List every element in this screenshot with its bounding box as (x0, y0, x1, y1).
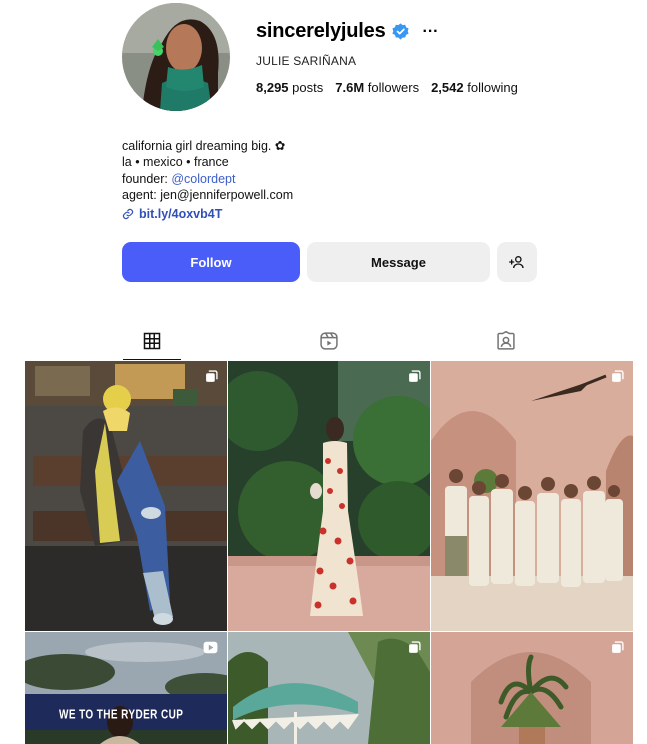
following-stat[interactable]: 2,542 following (431, 80, 518, 95)
profile-tabs (0, 323, 647, 360)
follow-button[interactable]: Follow (122, 242, 300, 282)
post-tile[interactable] (25, 361, 227, 631)
tab-posts[interactable] (123, 323, 181, 360)
post-tile[interactable] (431, 361, 633, 631)
message-button[interactable]: Message (307, 242, 490, 282)
post-image (228, 632, 430, 744)
username: sincerelyjules (256, 20, 386, 42)
full-name: JULIE SARIÑANA (256, 54, 357, 68)
posts-label: posts (292, 80, 324, 95)
following-count: 2,542 (431, 80, 464, 95)
post-caption-overlay: WE TO THE RYDER CUP (59, 708, 184, 723)
link-icon (122, 209, 134, 220)
bio: california girl dreaming big. ✿ la • mex… (122, 138, 293, 222)
tagged-icon (497, 331, 515, 350)
post-image (25, 361, 227, 631)
tab-reels[interactable] (300, 323, 358, 359)
reels-icon (320, 332, 338, 350)
post-image (228, 361, 430, 631)
posts-count: 8,295 (256, 80, 289, 95)
more-options-icon[interactable]: ··· (423, 23, 439, 39)
posts-stat: 8,295 posts (256, 80, 323, 95)
following-label: following (467, 80, 518, 95)
bio-link-text: bit.ly/4oxvb4T (139, 207, 223, 222)
reel-icon (203, 641, 218, 654)
bio-line: la • mexico • france (122, 155, 229, 170)
tab-tagged[interactable] (477, 323, 535, 359)
post-tile[interactable]: WE TO THE RYDER CUP (25, 632, 227, 744)
post-tile[interactable] (228, 361, 430, 631)
bio-line: agent: jen@jenniferpowell.com (122, 187, 294, 202)
suggested-users-button[interactable] (497, 242, 537, 282)
followers-stat[interactable]: 7.6M followers (335, 80, 419, 95)
add-person-icon (509, 255, 524, 269)
carousel-icon (206, 370, 218, 382)
bio-founder-line: founder: @colordept (122, 171, 293, 187)
bio-line: california girl dreaming big. ✿ (122, 139, 286, 153)
verified-badge-icon (391, 23, 409, 40)
founder-prefix: founder: (122, 171, 172, 186)
founder-mention-link[interactable]: @colordept (171, 172, 235, 186)
carousel-icon (612, 370, 624, 382)
post-image (431, 632, 633, 744)
bio-link[interactable]: bit.ly/4oxvb4T (122, 206, 293, 222)
profile-stats: 8,295 posts 7.6M followers 2,542 followi… (256, 80, 530, 95)
followers-label: followers (367, 80, 420, 95)
carousel-icon (612, 641, 624, 653)
post-image (25, 632, 227, 744)
post-tile[interactable] (431, 632, 633, 744)
grid-icon (143, 332, 161, 350)
post-tile[interactable] (228, 632, 430, 744)
carousel-icon (409, 641, 421, 653)
profile-avatar[interactable] (122, 3, 230, 111)
followers-count: 7.6M (335, 80, 365, 95)
carousel-icon (409, 370, 421, 382)
post-image (431, 361, 633, 631)
